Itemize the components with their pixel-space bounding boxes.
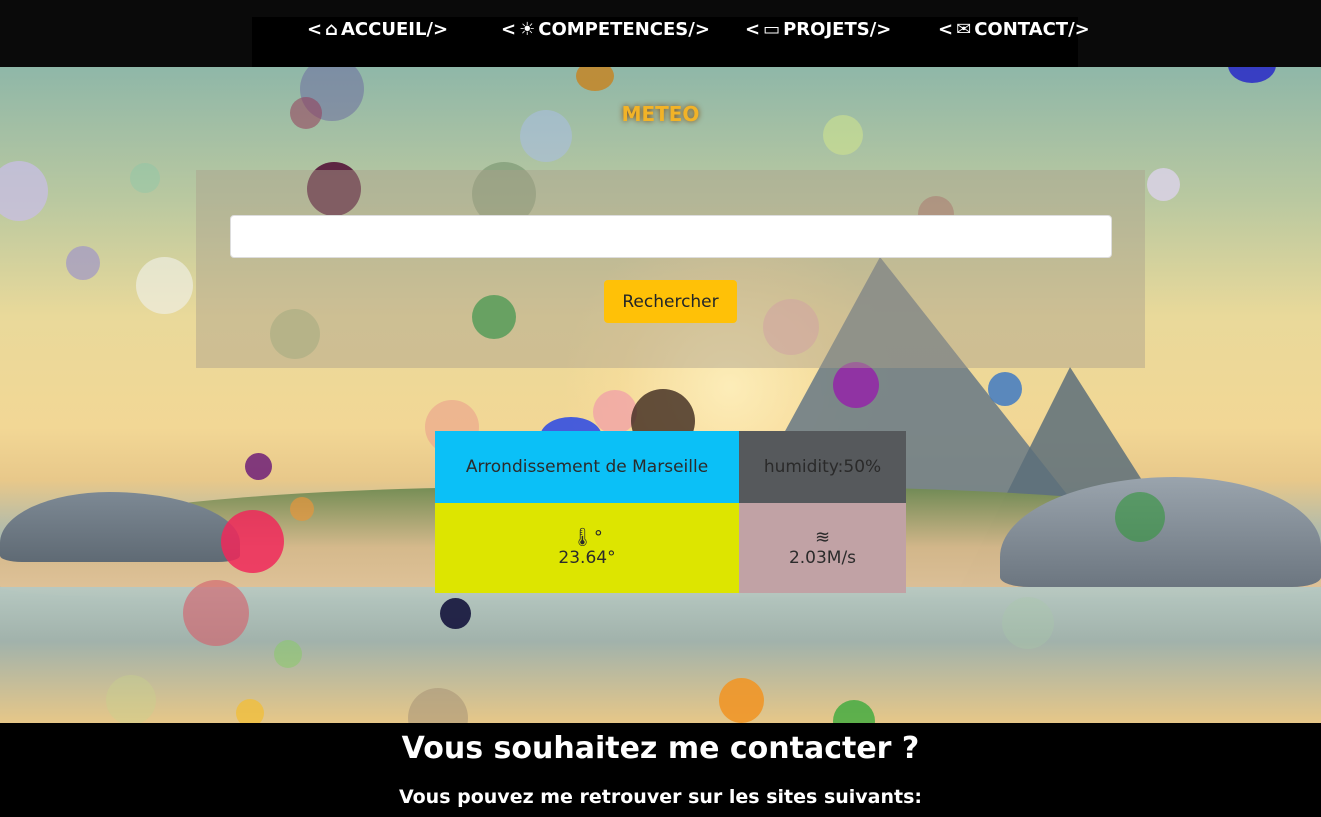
nav-prefix: < <box>745 19 761 40</box>
decorative-bubble <box>1147 168 1180 201</box>
nav-item-accueil[interactable]: < ⌂ ACCUEIL/> <box>307 18 448 42</box>
decorative-bubble <box>66 246 100 280</box>
nav-item-projets[interactable]: < ▭ PROJETS/> <box>745 18 891 42</box>
city-name: Arrondissement de Marseille <box>435 431 739 503</box>
home-icon: ⌂ <box>325 19 338 40</box>
contact-footer: Vous souhaitez me contacter ? Vous pouve… <box>0 723 1321 817</box>
nav-label-accueil: ACCUEIL/> <box>340 19 449 40</box>
top-navbar: < ⌂ ACCUEIL/> < ☀ COMPETENCES/> < ▭ PROJ… <box>0 0 1321 67</box>
decorative-bubble <box>440 598 471 629</box>
wind-icon: ≋ <box>814 527 831 548</box>
decorative-bubble <box>719 678 764 723</box>
decorative-bubble <box>1115 492 1165 542</box>
nav-prefix: < <box>501 19 517 40</box>
decorative-bubble <box>593 390 637 434</box>
temperature-cell: 🌡° 23.64° <box>435 503 739 593</box>
decorative-bubble <box>245 453 272 480</box>
decorative-bubble <box>274 640 302 668</box>
nav-prefix: < <box>307 19 323 40</box>
search-button[interactable]: Rechercher <box>604 280 737 323</box>
decorative-bubble <box>833 362 879 408</box>
decorative-bubble <box>136 257 193 314</box>
city-search-input[interactable] <box>230 215 1112 258</box>
decorative-bubble <box>1228 67 1276 83</box>
city-name-text: Arrondissement de Marseille <box>465 457 709 477</box>
decorative-bubble <box>236 699 264 723</box>
temperature-value: 23.64° <box>558 548 616 568</box>
decorative-bubble <box>290 497 314 521</box>
nav-prefix: < <box>938 19 954 40</box>
contact-subheading: Vous pouvez me retrouver sur les sites s… <box>398 786 923 808</box>
decorative-bubble <box>988 372 1022 406</box>
humidity-value: humidity:50% <box>763 457 882 477</box>
envelope-icon: ✉ <box>956 19 972 40</box>
laptop-icon: ▭ <box>763 19 781 40</box>
weather-card: Arrondissement de Marseille humidity:50%… <box>435 431 906 593</box>
humidity-cell: humidity:50% <box>739 431 906 503</box>
decorative-bubble <box>1002 597 1054 649</box>
wind-value: 2.03M/s <box>788 548 857 568</box>
lightbulb-icon: ☀ <box>519 19 536 40</box>
decorative-bubble <box>130 163 160 193</box>
page-title: METEO <box>621 102 700 126</box>
decorative-bubble <box>0 161 48 221</box>
nav-label-projets: PROJETS/> <box>783 19 892 40</box>
nav-item-contact[interactable]: < ✉ CONTACT/> <box>938 18 1090 42</box>
decorative-bubble <box>183 580 249 646</box>
search-panel: Rechercher <box>196 170 1145 368</box>
decorative-bubble <box>221 510 284 573</box>
contact-heading: Vous souhaitez me contacter ? <box>401 731 920 766</box>
background-scene: METEO Rechercher Arrondissement de Marse… <box>0 67 1321 723</box>
nav-label-competences: COMPETENCES/> <box>538 19 710 40</box>
nav-label-contact: CONTACT/> <box>974 19 1090 40</box>
thermometer-icon: 🌡° <box>571 527 603 548</box>
nav-item-competences[interactable]: < ☀ COMPETENCES/> <box>501 18 710 42</box>
decorative-bubble <box>106 675 156 723</box>
wind-cell: ≋ 2.03M/s <box>739 503 906 593</box>
decorative-bubble <box>576 67 614 91</box>
